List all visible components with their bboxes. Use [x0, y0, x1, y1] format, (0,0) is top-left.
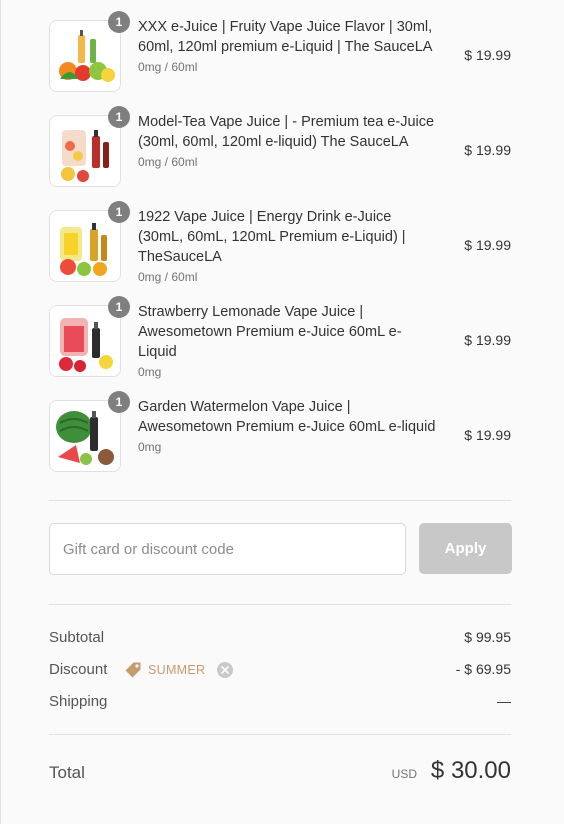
product-thumbnail: 1 [49, 391, 130, 472]
total-row: Total USD $ 30.00 [49, 755, 511, 791]
subtotal-row: Subtotal $ 99.95 [49, 623, 511, 655]
total-label: Total [49, 763, 85, 782]
apply-button[interactable]: Apply [419, 523, 512, 574]
discount-code: SUMMER [148, 663, 206, 677]
subtotal-value: $ 99.95 [464, 629, 511, 645]
item-title: Garden Watermelon Vape Juice | Awesometo… [138, 399, 436, 435]
item-title: 1922 Vape Juice | Energy Drink e-Juice (… [138, 209, 406, 265]
quantity-badge: 1 [108, 296, 130, 318]
item-price: $ 19.99 [464, 47, 511, 63]
product-image [50, 116, 120, 186]
list-item: 1 XXX e-Juice | Fruity Vape Juice Flavor… [49, 11, 511, 106]
discount-form: Apply [49, 523, 512, 575]
list-item: 1 Strawberry Lemonade Vape Juice | Aweso… [49, 296, 511, 391]
item-title: Strawberry Lemonade Vape Juice | Awesome… [138, 304, 402, 360]
order-summary: Subtotal $ 99.95 Discount SUMMER - $ 69.… [49, 623, 511, 719]
product-image [50, 211, 120, 281]
section-divider [49, 500, 511, 501]
item-variant: 0mg [138, 365, 162, 379]
discount-label: Discount [49, 661, 108, 678]
discount-code-input[interactable] [49, 523, 406, 575]
quantity-badge: 1 [108, 11, 130, 33]
item-variant: 0mg / 60ml [138, 155, 198, 169]
section-divider [49, 734, 511, 735]
item-title: Model-Tea Vape Juice | - Premium tea e-J… [138, 114, 435, 150]
product-image [50, 21, 120, 91]
product-thumbnail: 1 [49, 11, 130, 92]
item-price: $ 19.99 [464, 427, 511, 443]
order-items-list: 1 XXX e-Juice | Fruity Vape Juice Flavor… [49, 11, 511, 486]
item-price: $ 19.99 [464, 142, 511, 158]
total-currency: USD [391, 767, 417, 781]
product-thumbnail: 1 [49, 296, 130, 377]
item-title: XXX e-Juice | Fruity Vape Juice Flavor |… [138, 19, 433, 55]
total-amount: $ 30.00 [430, 757, 511, 784]
quantity-badge: 1 [108, 391, 130, 413]
list-item: 1 Model-Tea Vape Juice | - Premium tea e… [49, 106, 511, 201]
item-variant: 0mg / 60ml [138, 270, 198, 284]
discount-value: - $ 69.95 [455, 661, 511, 677]
item-price: $ 19.99 [464, 332, 511, 348]
product-image [50, 306, 120, 376]
list-item: 1 1922 Vape Juice | Energy Drink e-Juice… [49, 201, 511, 296]
item-variant: 0mg / 60ml [138, 60, 198, 74]
close-circle-icon[interactable] [217, 662, 234, 678]
shipping-value: — [497, 693, 511, 709]
product-image [50, 401, 120, 471]
quantity-badge: 1 [108, 106, 130, 128]
section-divider [49, 604, 511, 605]
quantity-badge: 1 [108, 201, 130, 223]
shipping-label: Shipping [49, 693, 108, 710]
list-item: 1 Garden Watermelon Vape Juice | Awesome… [49, 391, 511, 486]
item-price: $ 19.99 [464, 237, 511, 253]
product-thumbnail: 1 [49, 106, 130, 187]
item-variant: 0mg [138, 440, 162, 454]
tag-icon [124, 661, 142, 679]
discount-row: Discount SUMMER - $ 69.95 [49, 655, 511, 687]
subtotal-label: Subtotal [49, 629, 105, 646]
discount-tag: SUMMER [124, 661, 234, 679]
product-thumbnail: 1 [49, 201, 130, 282]
shipping-row: Shipping — [49, 687, 511, 719]
